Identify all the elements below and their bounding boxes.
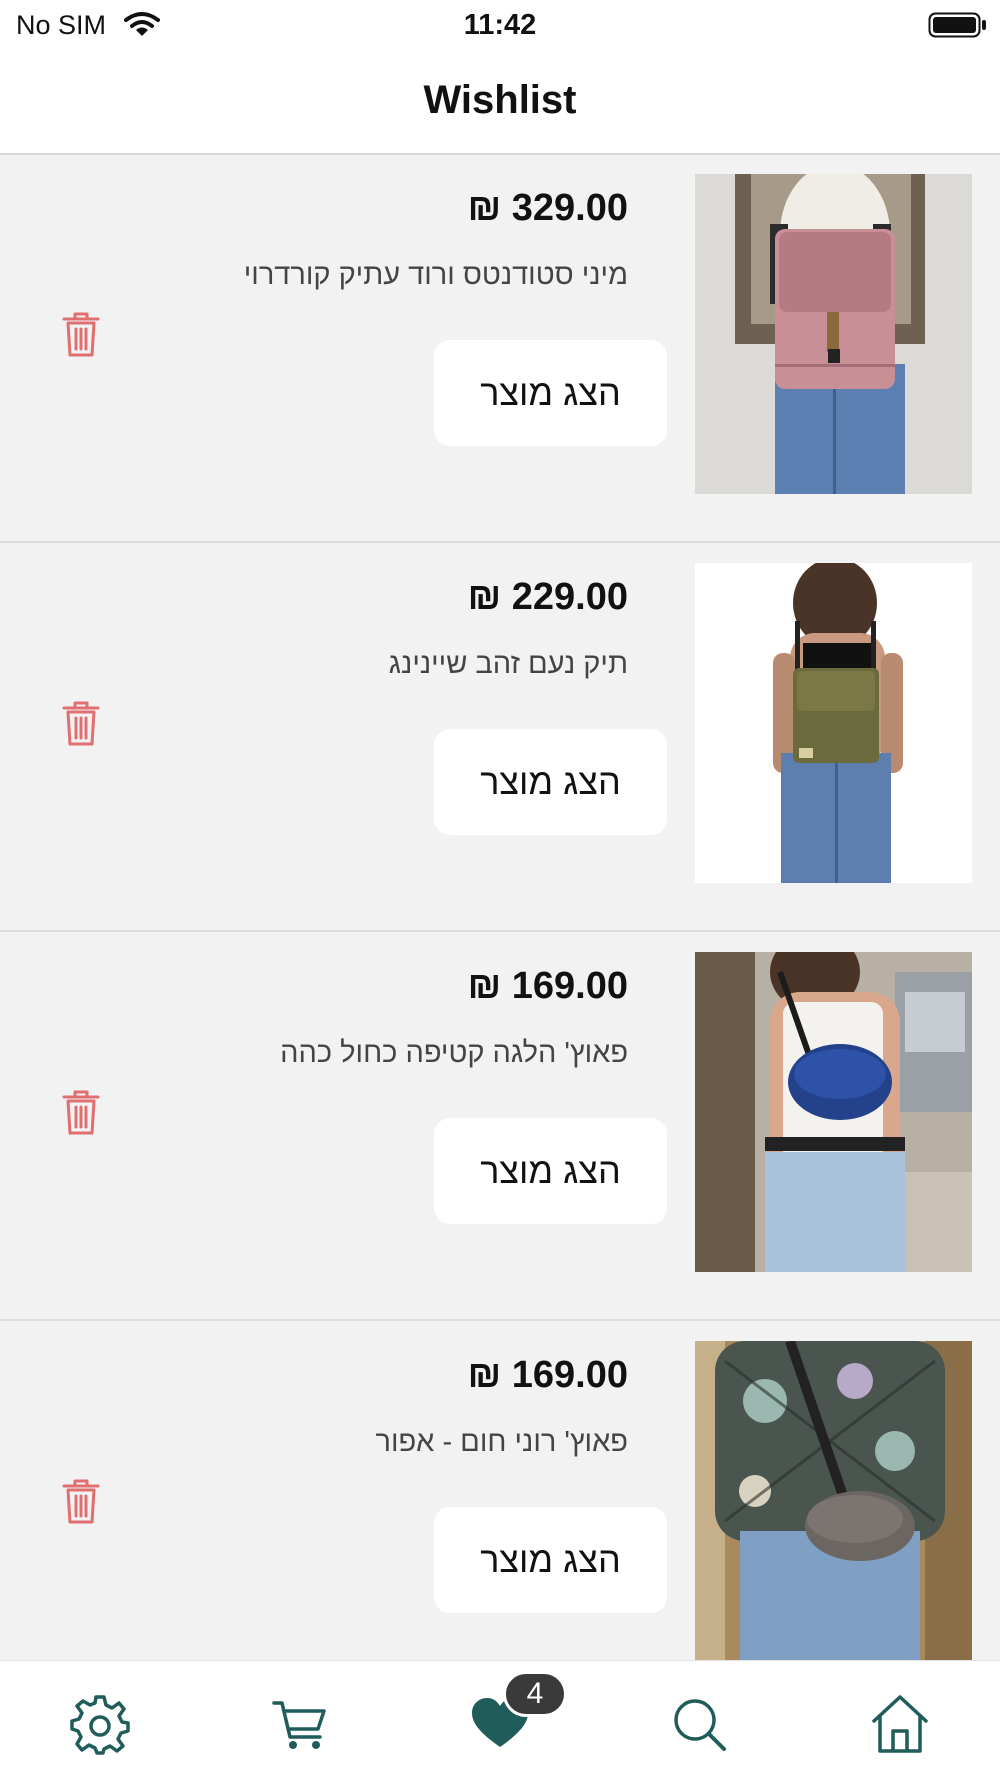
search-icon[interactable] [668, 1691, 732, 1755]
settings-icon[interactable] [68, 1691, 132, 1755]
wishlist-count-badge: 4 [503, 1671, 567, 1717]
product-name: פאוץ' רוני חום - אפור [375, 1426, 628, 1458]
view-product-button[interactable]: הצג מוצר [434, 1118, 667, 1224]
product-price: ₪ 169.00 [467, 1354, 628, 1396]
product-image[interactable] [695, 563, 972, 883]
product-image[interactable] [695, 952, 972, 1272]
wishlist-item: ₪ 169.00 פאוץ' הלגה קטיפה כחול כהה הצג מ… [0, 933, 1000, 1321]
wishlist-item: ₪ 169.00 פאוץ' רוני חום - אפור הצג מוצר [0, 1322, 1000, 1660]
home-icon[interactable] [868, 1691, 932, 1755]
status-bar: No SIM 11:42 [0, 0, 1000, 52]
product-image[interactable] [695, 174, 972, 494]
wishlist-item: ₪ 329.00 מיני סטודנטס ורוד עתיק קורדרוי … [0, 155, 1000, 543]
product-price: ₪ 229.00 [467, 576, 628, 618]
product-name: פאוץ' הלגה קטיפה כחול כהה [280, 1037, 628, 1069]
product-name: תיק נעם זהב שיינינג [388, 648, 628, 680]
product-price: ₪ 169.00 [467, 965, 628, 1007]
clock: 11:42 [463, 9, 537, 41]
view-product-button[interactable]: הצג מוצר [434, 1507, 667, 1613]
product-price: ₪ 329.00 [467, 187, 628, 229]
trash-icon[interactable] [60, 1087, 102, 1137]
cart-icon[interactable] [268, 1691, 332, 1755]
view-product-button[interactable]: הצג מוצר [434, 340, 667, 446]
trash-icon[interactable] [60, 698, 102, 748]
view-product-button[interactable]: הצג מוצר [434, 729, 667, 835]
wishlist-list[interactable]: ₪ 329.00 מיני סטודנטס ורוד עתיק קורדרוי … [0, 155, 1000, 1660]
wishlist-item: ₪ 229.00 תיק נעם זהב שיינינג הצג מוצר [0, 544, 1000, 932]
trash-icon[interactable] [60, 1476, 102, 1526]
trash-icon[interactable] [60, 309, 102, 359]
page-title: Wishlist [423, 78, 577, 122]
nav-bar: Wishlist [0, 52, 1000, 155]
tab-bar [0, 1660, 1000, 1778]
product-name: מיני סטודנטס ורוד עתיק קורדרוי [243, 259, 628, 291]
product-image[interactable] [695, 1341, 972, 1660]
battery-icon [928, 12, 988, 43]
